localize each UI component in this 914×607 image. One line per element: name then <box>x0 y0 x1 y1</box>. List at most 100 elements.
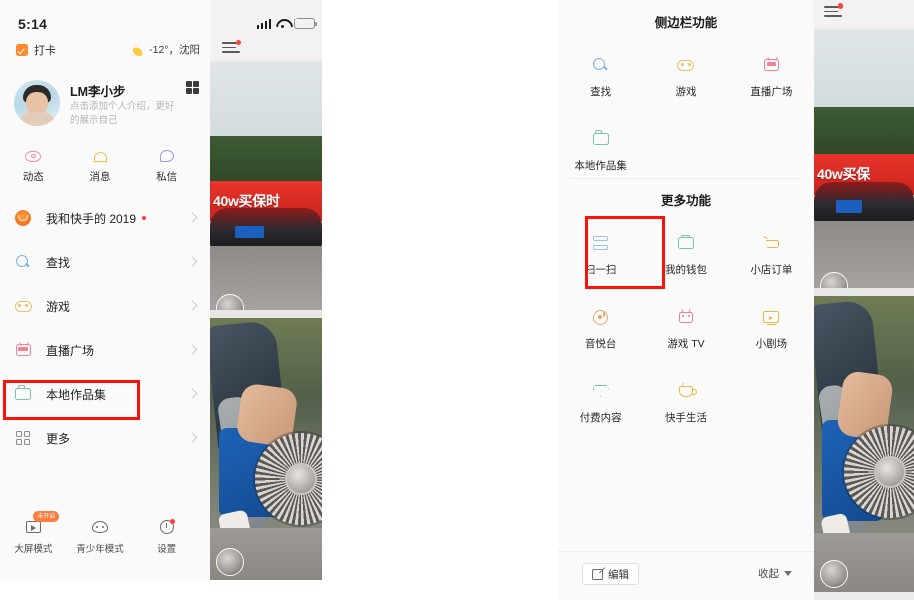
video-avatar-thumb[interactable] <box>820 560 848 588</box>
teen-mode-icon <box>67 518 134 536</box>
hamburger-menu-icon[interactable] <box>222 39 241 54</box>
sidebar-menu-list: 我和快手的 2019 查找 游戏 直播广场 本地作品集 更多 <box>0 196 210 460</box>
quick-actions-row: 动态 消息 私信 <box>0 147 200 189</box>
diamond-icon <box>593 381 609 401</box>
grid-item-shop-orders[interactable]: 小店订单 <box>729 221 814 295</box>
grid-item-scan[interactable]: 扫一扫 <box>558 221 643 295</box>
live-tv-icon <box>0 344 46 356</box>
feed-preview-column: ⚡ 40w买保时 <box>210 0 322 580</box>
sidebar-item-label: 游戏 <box>46 299 71 314</box>
more-functions-grid: 扫一扫 我的钱包 小店订单 音悦台 游戏 TV 小剧场 付费内容 快手生活 <box>558 221 814 443</box>
feed-status-icons: ⚡ <box>256 16 317 29</box>
grid-item-label: 小店订单 <box>750 264 793 276</box>
profile-bio[interactable]: 点击添加个人介绍，更好的展示自己 <box>70 100 180 128</box>
sidebar-item-my-kuaishou-2019[interactable]: 我和快手的 2019 <box>0 196 210 240</box>
feed-video-card[interactable]: 40w买保 <box>814 30 914 288</box>
status-time: 5:14 <box>18 16 48 32</box>
bottom-item-label: 设置 <box>157 544 177 555</box>
checkin-button[interactable]: 打卡 <box>16 42 56 58</box>
grid-item-wallet[interactable]: 我的钱包 <box>643 221 728 295</box>
folder-icon <box>0 385 46 400</box>
sidebar-functions-section: 侧边栏功能 查找 游戏 直播广场 本地作品集 <box>558 12 814 191</box>
hamburger-menu-icon[interactable] <box>824 3 843 18</box>
grid-item-paid-content[interactable]: 付费内容 <box>558 369 643 443</box>
chevron-right-icon <box>187 432 198 443</box>
profile-card[interactable]: LM李小步 点击添加个人介绍，更好的展示自己 <box>0 78 210 134</box>
grid-item-search[interactable]: 查找 <box>558 43 643 117</box>
bottom-item-big-screen[interactable]: 未开启 大屏模式 <box>0 511 67 564</box>
moon-icon <box>131 41 148 58</box>
grid-item-label: 音悦台 <box>584 338 617 350</box>
edit-button-label: 编辑 <box>608 568 629 581</box>
grid-item-label: 我的钱包 <box>664 264 707 276</box>
sidebar-item-live-plaza[interactable]: 直播广场 <box>0 328 210 372</box>
eye-icon <box>0 147 67 165</box>
checkin-label: 打卡 <box>34 45 56 57</box>
bell-icon <box>67 147 134 165</box>
right-phone-mockup: 侧边栏功能 查找 游戏 直播广场 本地作品集 更多功能 扫一扫 我的钱包 小店订… <box>558 0 914 600</box>
section-title: 侧边栏功能 <box>654 16 718 30</box>
theater-screen-icon <box>763 307 780 327</box>
quick-action-xiaoxi[interactable]: 消息 <box>67 147 134 189</box>
right-bottom-bar: 编辑 收起 <box>558 551 814 600</box>
grid-item-games[interactable]: 游戏 <box>643 43 728 117</box>
game-robot-icon <box>677 55 695 75</box>
feed-video-card[interactable]: 40w买保时 <box>210 62 322 310</box>
caret-down-icon <box>784 571 792 576</box>
grid-item-label: 直播广场 <box>750 86 793 98</box>
grid-item-local-works[interactable]: 本地作品集 <box>558 117 643 191</box>
quick-action-sixin[interactable]: 私信 <box>133 147 200 189</box>
chevron-right-icon <box>187 256 198 267</box>
qr-code-icon[interactable] <box>186 81 199 94</box>
sidebar-item-games[interactable]: 游戏 <box>0 284 210 328</box>
grid-item-label: 小剧场 <box>755 338 788 350</box>
bottom-item-label: 大屏模式 <box>14 544 53 555</box>
signal-bars-icon <box>256 18 271 29</box>
quick-action-label: 私信 <box>156 171 178 183</box>
video-avatar-thumb[interactable] <box>216 548 244 576</box>
chat-bubble-icon <box>133 147 200 165</box>
search-icon <box>0 254 46 270</box>
grid-item-live-plaza[interactable]: 直播广场 <box>729 43 814 117</box>
edit-pencil-icon <box>592 568 603 580</box>
bottom-item-teen-mode[interactable]: 青少年模式 <box>67 518 134 564</box>
live-tv-icon <box>763 55 779 75</box>
grid-item-label: 付费内容 <box>579 412 622 424</box>
avatar[interactable] <box>14 80 60 126</box>
sidebar-item-more[interactable]: 更多 <box>0 416 210 460</box>
grid-item-kuaishou-life[interactable]: 快手生活 <box>643 369 728 443</box>
coffee-cup-icon <box>678 381 697 401</box>
search-icon <box>593 55 608 75</box>
music-disc-icon <box>593 307 609 327</box>
feed-video-card[interactable] <box>210 318 322 580</box>
chevron-right-icon <box>187 300 198 311</box>
wallet-icon <box>677 233 694 253</box>
grid-item-music-station[interactable]: 音悦台 <box>558 295 643 369</box>
feed-header: ⚡ <box>210 0 322 60</box>
sidebar-item-label: 本地作品集 <box>46 387 107 402</box>
weather-text: -12°，沈阳 <box>149 44 200 56</box>
grid-item-label: 本地作品集 <box>574 160 627 172</box>
weather-widget[interactable]: -12°，沈阳 <box>131 41 200 58</box>
sidebar-item-label: 直播广场 <box>46 343 95 358</box>
grid-item-theater[interactable]: 小剧场 <box>729 295 814 369</box>
quick-action-label: 消息 <box>89 171 111 183</box>
sidebar-item-search[interactable]: 查找 <box>0 240 210 284</box>
grid-item-game-tv[interactable]: 游戏 TV <box>643 295 728 369</box>
bottom-item-settings[interactable]: 设置 <box>133 518 200 564</box>
chevron-right-icon <box>187 212 198 223</box>
notification-dot <box>169 519 175 524</box>
collapse-button[interactable]: 收起 <box>758 566 792 581</box>
status-badge: 未开启 <box>33 511 60 522</box>
quick-action-label: 动态 <box>22 171 44 183</box>
sidebar-item-label: 更多 <box>46 431 71 446</box>
checkin-row: 打卡 -12°，沈阳 <box>0 41 210 64</box>
edit-button[interactable]: 编辑 <box>582 563 639 585</box>
gear-icon <box>133 518 200 536</box>
feed-preview-column: 40w买保 <box>814 0 914 600</box>
sidebar-item-local-works[interactable]: 本地作品集 <box>0 372 210 416</box>
quick-action-dongtai[interactable]: 动态 <box>0 147 67 189</box>
left-bottom-bar: 未开启 大屏模式 青少年模式 设置 <box>0 511 200 564</box>
bottom-item-label: 青少年模式 <box>76 544 124 555</box>
feed-video-card[interactable] <box>814 296 914 592</box>
